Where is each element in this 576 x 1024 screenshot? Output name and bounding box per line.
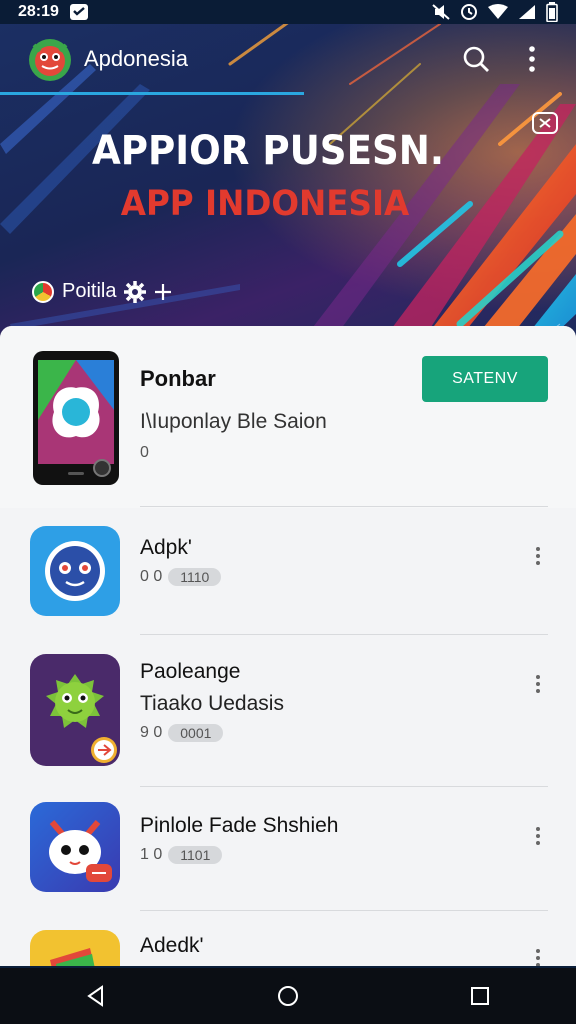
close-banner-icon[interactable] <box>532 112 558 134</box>
recents-icon <box>471 987 489 1005</box>
more-vert-icon[interactable] <box>526 822 550 850</box>
app-rating: 9 0 <box>140 724 163 741</box>
divider <box>140 506 548 507</box>
app-rating: 0 0 <box>140 568 163 585</box>
featured-app-name: Ponbar <box>140 366 216 391</box>
divider <box>140 634 548 635</box>
hero-meta-label: Poitila <box>62 280 117 302</box>
app-title: Adedk' <box>140 934 204 957</box>
wifi-icon <box>488 4 508 19</box>
list-item[interactable]: Pinlole Fade Shshieh 1 0 1101 <box>0 800 576 912</box>
signal-icon <box>519 5 535 19</box>
blue-face-icon <box>30 526 120 616</box>
app-meta: 0 0 1110 <box>140 568 222 586</box>
tab-indicator <box>0 92 304 95</box>
divider <box>140 910 548 911</box>
hero-meta: Poitila <box>32 280 172 303</box>
list-item[interactable]: Adedk' <box>0 926 576 966</box>
white-creature-icon <box>30 802 120 892</box>
phone-app-icon <box>33 351 119 485</box>
app-bar: Apdonesia <box>0 24 576 94</box>
status-bar: 28:19 <box>0 0 576 24</box>
app-size-badge: 0001 <box>168 724 224 742</box>
hero-title: APPIOR PUSESN. <box>91 128 445 174</box>
status-time: 28:19 <box>18 3 59 20</box>
more-vert-icon[interactable] <box>526 944 550 966</box>
system-nav-bar <box>0 968 576 1024</box>
app-logo-icon[interactable] <box>24 33 76 85</box>
app-meta: 9 0 0001 <box>140 724 224 742</box>
app-size-badge: 1101 <box>168 846 223 864</box>
app-meta: 1 0 1101 <box>140 846 223 864</box>
back-icon <box>87 985 103 1007</box>
yellow-cards-icon <box>30 930 120 966</box>
more-vert-icon[interactable] <box>526 542 550 570</box>
featured-app-rating: 0 <box>140 444 149 461</box>
more-vert-icon <box>529 46 535 72</box>
app-rating: 1 0 <box>140 846 163 863</box>
chrome-logo-icon <box>32 280 54 303</box>
battery-icon <box>546 2 558 22</box>
app-title: Paoleange <box>140 660 241 683</box>
app-title: Apdonesia <box>84 46 188 71</box>
app-title: Adpk' <box>140 536 192 559</box>
message-icon <box>69 4 88 20</box>
search-icon <box>463 46 489 72</box>
divider <box>140 786 548 787</box>
app-subtitle: Tiaako Uedasis <box>140 692 284 715</box>
list-item[interactable]: Adpk' 0 0 1110 <box>0 524 576 634</box>
featured-app-description: I\Iuponlay Ble Saion <box>140 410 327 433</box>
recents-button[interactable] <box>458 974 502 1018</box>
featured-app-card[interactable]: Ponbar I\Iuponlay Ble Saion 0 SATENV <box>0 326 576 508</box>
app-title: Pinlole Fade Shshieh <box>140 814 339 837</box>
home-icon <box>278 986 298 1006</box>
notification-muted-icon <box>432 4 450 20</box>
search-button[interactable] <box>456 39 496 79</box>
app-size-badge: 1110 <box>168 568 222 586</box>
green-monster-icon <box>30 654 120 766</box>
list-item[interactable]: Paoleange Tiaako Uedasis 9 0 0001 <box>0 650 576 770</box>
overflow-menu-button[interactable] <box>512 39 552 79</box>
back-button[interactable] <box>74 974 118 1018</box>
more-vert-icon[interactable] <box>526 670 550 698</box>
settings-icon[interactable] <box>124 280 147 303</box>
featured-action-button[interactable]: SATENV <box>422 356 548 402</box>
alarm-icon <box>461 4 477 20</box>
hero-subtitle: APP INDONESIA <box>120 184 410 224</box>
app-list: Ponbar I\Iuponlay Ble Saion 0 SATENV Adp… <box>0 326 576 966</box>
home-button[interactable] <box>266 974 310 1018</box>
add-icon[interactable] <box>154 283 172 301</box>
